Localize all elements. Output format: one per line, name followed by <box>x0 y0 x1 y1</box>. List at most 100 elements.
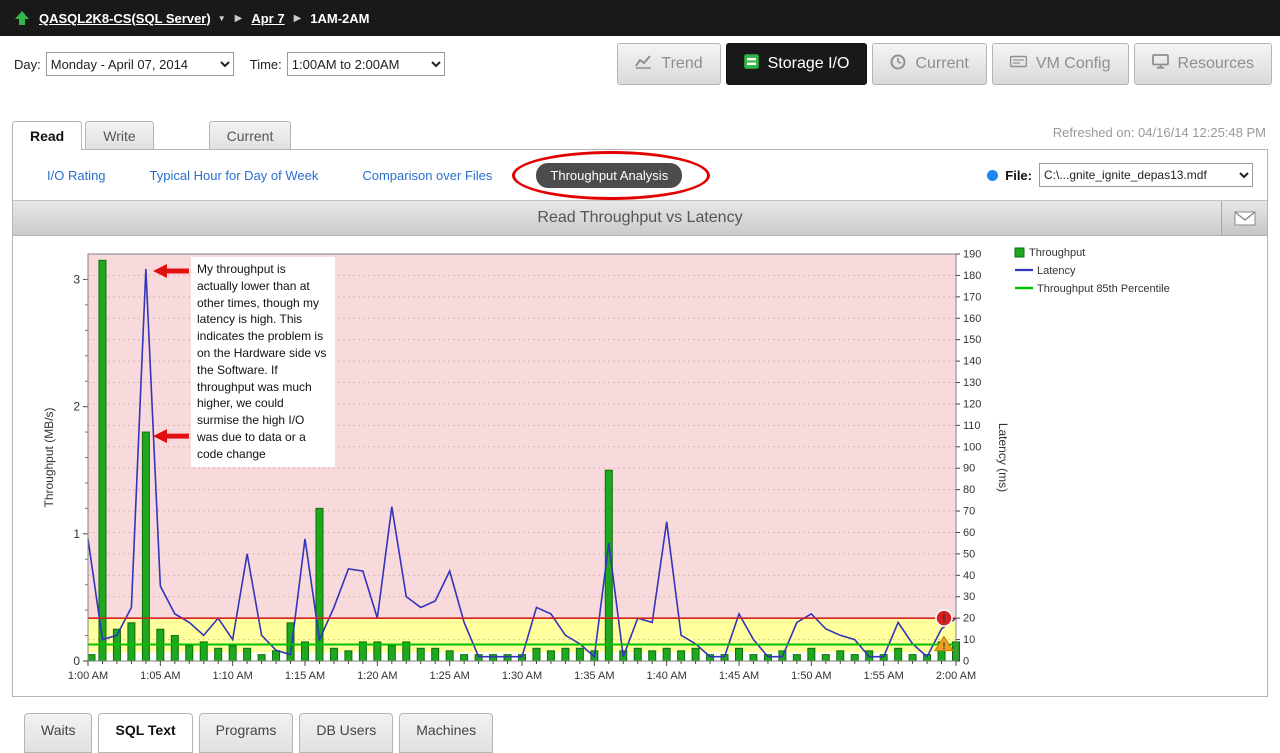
storage-icon <box>743 54 759 74</box>
day-label: Day: <box>14 56 41 72</box>
svg-text:!: ! <box>943 641 946 651</box>
svg-text:0: 0 <box>963 656 969 668</box>
envelope-icon <box>1234 210 1255 225</box>
svg-text:!: ! <box>942 613 946 625</box>
bottom-tab-waits[interactable]: Waits <box>24 713 93 753</box>
date-link[interactable]: Apr 7 <box>251 11 284 26</box>
svg-text:1:45 AM: 1:45 AM <box>719 670 759 682</box>
tab-current[interactable]: Current <box>208 121 292 149</box>
svg-text:110: 110 <box>963 420 981 432</box>
nav-tab-vm-config[interactable]: VM Config <box>991 43 1129 85</box>
time-range-label: 1AM-2AM <box>310 10 370 26</box>
bottom-tab-programs[interactable]: Programs <box>198 713 294 753</box>
tab-write[interactable]: Write <box>85 121 154 149</box>
svg-text:2:00 AM: 2:00 AM <box>936 670 976 682</box>
svg-text:100: 100 <box>963 441 981 453</box>
svg-text:1:20 AM: 1:20 AM <box>357 670 397 682</box>
rw-tabstrip: Read Write Current Refreshed on: 04/16/1… <box>12 120 1268 150</box>
clock-icon <box>890 54 906 75</box>
svg-text:20: 20 <box>963 613 975 625</box>
subnav-link-throughput-analysis[interactable]: Throughput Analysis <box>536 162 683 188</box>
bottom-tab-sql-text[interactable]: SQL Text <box>98 713 193 753</box>
day-field: Day: Monday - April 07, 2014 <box>14 52 234 76</box>
svg-text:140: 140 <box>963 356 981 368</box>
chart-annotation-note: My throughput is actually lower than at … <box>191 257 335 467</box>
svg-text:1: 1 <box>73 527 80 541</box>
tab-read[interactable]: Read <box>12 121 83 150</box>
breadcrumb-bar: QASQL2K8-CS(SQL Server) ▼ ▶ Apr 7 ▶ 1AM-… <box>0 0 1280 36</box>
svg-text:90: 90 <box>963 463 975 475</box>
breadcrumb-separator-icon: ▶ <box>234 12 243 24</box>
svg-text:190: 190 <box>963 249 981 261</box>
nav-tab-label: Storage I/O <box>767 55 850 72</box>
svg-text:0: 0 <box>73 654 80 668</box>
bottom-tab-machines[interactable]: Machines <box>399 713 494 753</box>
svg-text:3: 3 <box>73 272 80 286</box>
chart-title: Read Throughput vs Latency <box>537 209 743 226</box>
chart-titlebar: Read Throughput vs Latency <box>13 200 1267 236</box>
svg-text:2: 2 <box>73 400 80 414</box>
svg-text:30: 30 <box>963 591 975 603</box>
panel-body: I/O Rating Typical Hour for Day of Week … <box>12 149 1268 697</box>
svg-text:180: 180 <box>963 270 981 282</box>
svg-text:1:35 AM: 1:35 AM <box>574 670 614 682</box>
svg-text:60: 60 <box>963 527 975 539</box>
svg-text:Latency: Latency <box>1037 265 1076 277</box>
svg-text:1:25 AM: 1:25 AM <box>429 670 469 682</box>
toolbar: Day: Monday - April 07, 2014 Time: 1:00A… <box>0 36 1280 92</box>
file-area: File: C:\...gnite_ignite_depas13.mdf <box>987 163 1253 187</box>
chevron-down-icon[interactable]: ▼ <box>218 14 226 23</box>
svg-text:120: 120 <box>963 398 981 410</box>
file-label: File: <box>1005 167 1032 183</box>
svg-text:50: 50 <box>963 548 975 560</box>
subnav-link-typical-hour[interactable]: Typical Hour for Day of Week <box>150 168 319 183</box>
nav-tab-label: Resources <box>1177 55 1254 72</box>
svg-text:1:00 AM: 1:00 AM <box>68 670 108 682</box>
svg-text:70: 70 <box>963 506 975 518</box>
time-select[interactable]: 1:00AM to 2:00AM <box>286 52 445 76</box>
file-select[interactable]: C:\...gnite_ignite_depas13.mdf <box>1039 163 1253 187</box>
svg-text:150: 150 <box>963 334 981 346</box>
file-status-dot-icon <box>987 169 999 181</box>
svg-text:Latency (ms): Latency (ms) <box>996 423 1010 492</box>
server-link[interactable]: QASQL2K8-CS(SQL Server) <box>39 11 211 26</box>
svg-text:1:10 AM: 1:10 AM <box>212 670 252 682</box>
main-panel: Read Write Current Refreshed on: 04/16/1… <box>12 120 1268 697</box>
svg-text:160: 160 <box>963 313 981 325</box>
svg-text:170: 170 <box>963 291 981 303</box>
view-nav: Trend Storage I/O Current VM Config Reso… <box>617 43 1272 85</box>
nav-tab-label: VM Config <box>1035 55 1111 72</box>
svg-text:1:05 AM: 1:05 AM <box>140 670 180 682</box>
nav-tab-resources[interactable]: Resources <box>1133 43 1272 85</box>
svg-text:40: 40 <box>963 570 975 582</box>
email-chart-button[interactable] <box>1221 201 1267 235</box>
monitor-icon <box>1151 54 1169 74</box>
svg-text:1:55 AM: 1:55 AM <box>863 670 903 682</box>
bottom-tabstrip: Waits SQL Text Programs DB Users Machine… <box>24 713 494 753</box>
svg-text:80: 80 <box>963 484 975 496</box>
time-label: Time: <box>249 56 282 72</box>
subnav-active-wrap: Throughput Analysis <box>512 150 711 200</box>
vm-config-icon <box>1009 55 1028 73</box>
svg-text:Throughput: Throughput <box>1029 247 1085 259</box>
nav-tab-label: Current <box>915 55 969 72</box>
svg-text:1:50 AM: 1:50 AM <box>791 670 831 682</box>
breadcrumb-separator-icon: ▶ <box>293 12 302 24</box>
svg-text:1:15 AM: 1:15 AM <box>285 670 325 682</box>
svg-text:1:30 AM: 1:30 AM <box>502 670 542 682</box>
chart-area: 0 1 2 3 0 10 20 30 40 50 60 70 80 90 100 110 120 130 140 15… <box>13 236 1267 696</box>
svg-text:Throughput (MB/s): Throughput (MB/s) <box>42 407 56 507</box>
svg-text:Throughput 85th Percentile: Throughput 85th Percentile <box>1037 283 1170 295</box>
nav-tab-current[interactable]: Current <box>872 43 987 85</box>
svg-text:130: 130 <box>963 377 981 389</box>
bottom-tab-db-users[interactable]: DB Users <box>299 713 394 753</box>
subnav-link-io-rating[interactable]: I/O Rating <box>47 168 106 183</box>
day-select[interactable]: Monday - April 07, 2014 <box>45 52 234 76</box>
subnav-link-comparison-files[interactable]: Comparison over Files <box>362 168 492 183</box>
nav-tab-storage-io[interactable]: Storage I/O <box>725 43 868 85</box>
time-field: Time: 1:00AM to 2:00AM <box>250 52 445 76</box>
nav-tab-trend[interactable]: Trend <box>617 43 721 85</box>
trend-icon <box>635 54 652 74</box>
up-arrow-icon[interactable] <box>14 10 30 26</box>
svg-text:1:40 AM: 1:40 AM <box>646 670 686 682</box>
